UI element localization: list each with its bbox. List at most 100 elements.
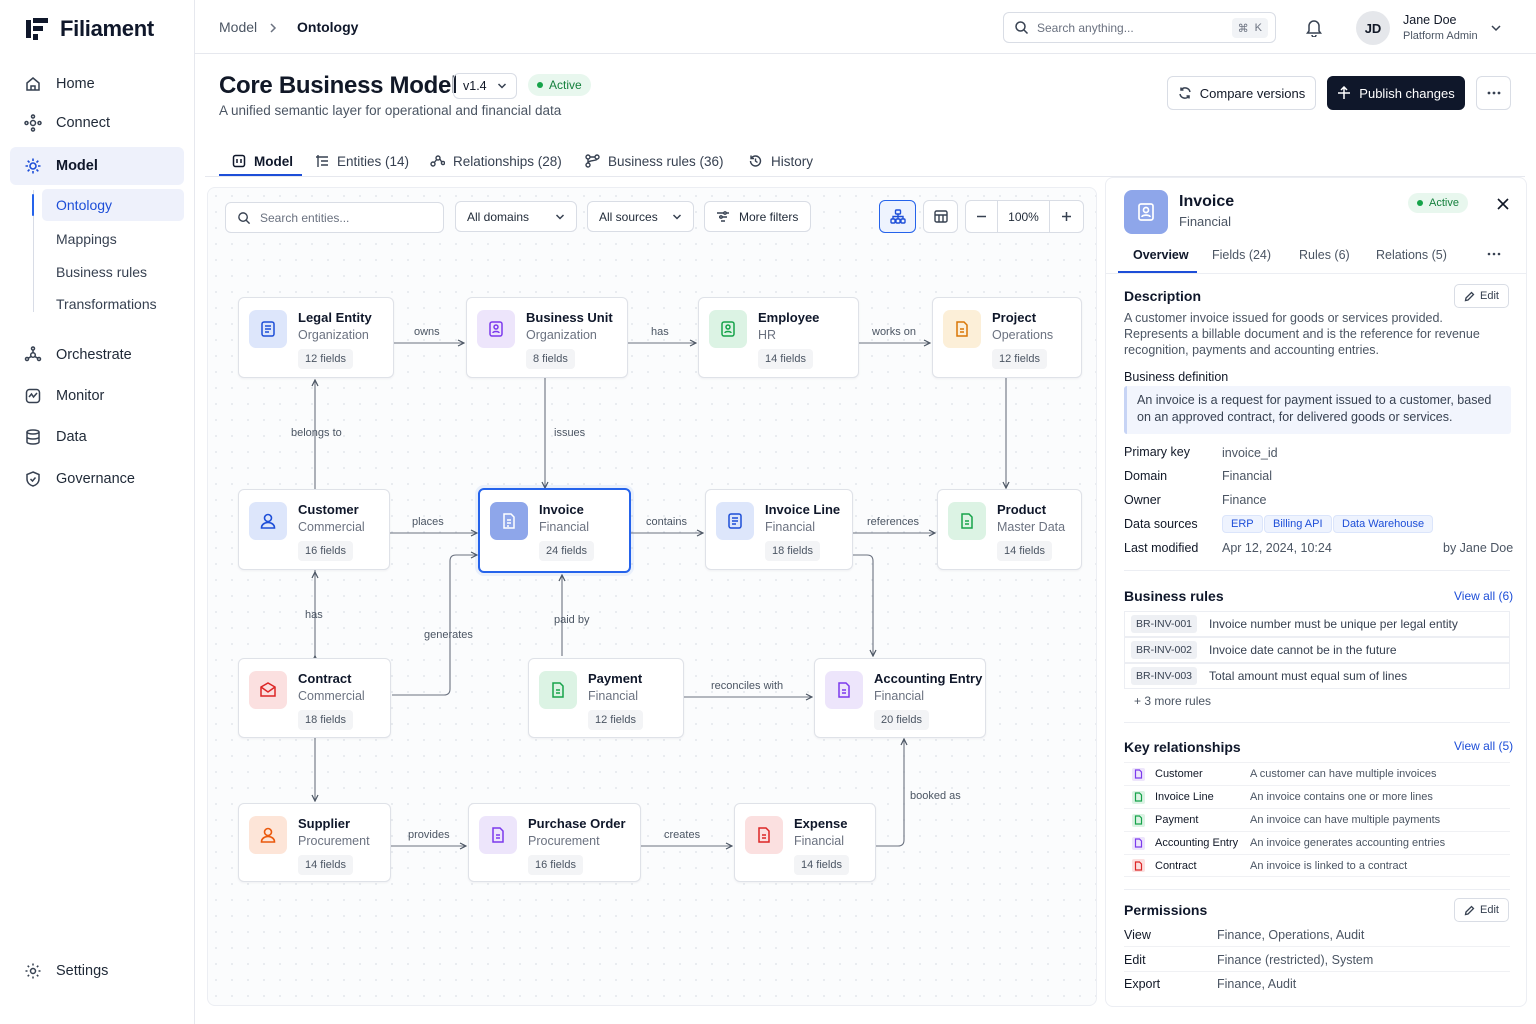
entity-domain: HR [758, 328, 777, 342]
breadcrumb-model[interactable]: Model [219, 19, 257, 35]
logo[interactable]: Filiament [24, 16, 154, 42]
entity-detail-panel: Invoice Financial Active Overview Fields… [1105, 177, 1527, 1007]
global-search-placeholder: Search anything... [1037, 20, 1134, 35]
rule-row[interactable]: BR-INV-002 Invoice date cannot be in the … [1124, 637, 1510, 663]
entity-node-customer[interactable]: Customer Commercial 16 fields [238, 489, 390, 570]
panel-tab-rules[interactable]: Rules (6) [1299, 248, 1350, 272]
entity-node-payment[interactable]: Payment Financial 12 fields [528, 658, 684, 738]
subnav-ontology[interactable]: Ontology [42, 189, 184, 221]
compare-versions-button[interactable]: Compare versions [1167, 76, 1316, 110]
nav-settings[interactable]: Settings [10, 952, 184, 990]
nav-home[interactable]: Home [10, 65, 184, 103]
entity-node-product[interactable]: Product Master Data 14 fields [937, 489, 1082, 570]
graph-view-button[interactable] [879, 200, 916, 233]
version-select[interactable]: v1.4 [453, 73, 517, 99]
subnav-transformations[interactable]: Transformations [42, 288, 184, 320]
status-badge: Active [528, 74, 591, 96]
rule-row[interactable]: BR-INV-003 Total amount must equal sum of… [1124, 663, 1510, 689]
subnav-mappings[interactable]: Mappings [42, 223, 184, 255]
entity-search-placeholder: Search entities... [260, 210, 350, 225]
zoom-in-button[interactable] [1049, 201, 1083, 232]
entity-node-invoice-line[interactable]: Invoice Line Financial 18 fields [705, 489, 853, 570]
avatar[interactable]: JD [1356, 11, 1390, 45]
close-icon[interactable] [1497, 198, 1509, 210]
entity-node-accounting-entry[interactable]: Accounting Entry Financial 20 fields [814, 658, 986, 738]
source-filter-select[interactable]: All sources [587, 201, 694, 232]
view-all-relationships-link[interactable]: View all (5) [1454, 739, 1513, 753]
relationship-desc: An invoice can have multiple payments [1250, 814, 1441, 826]
nav-data[interactable]: Data [10, 418, 184, 456]
zoom-out-button[interactable] [966, 201, 998, 232]
entity-node-business-unit[interactable]: Business Unit Organization 8 fields [466, 297, 628, 378]
domain-filter-value: All domains [467, 209, 530, 224]
entity-field-count: 18 fields [765, 541, 820, 561]
entity-name: Customer [298, 502, 359, 517]
nav-monitor[interactable]: Monitor [10, 377, 184, 415]
tab-entities[interactable]: Entities (14) [315, 145, 409, 177]
tab-business-rules[interactable]: Business rules (36) [585, 145, 724, 177]
entity-domain: Procurement [298, 834, 370, 848]
entity-node-legal-entity[interactable]: Legal Entity Organization 12 fields [238, 297, 394, 378]
edge-label-reconciles-with: reconciles with [711, 680, 784, 692]
entity-name: Employee [758, 310, 820, 325]
prop-value: Finance [1222, 493, 1267, 507]
relationship-desc: An invoice contains one or more lines [1250, 791, 1433, 803]
view-all-rules-link[interactable]: View all (6) [1454, 589, 1513, 603]
chevron-down-icon[interactable] [1490, 23, 1502, 33]
tab-model[interactable]: Model [232, 145, 293, 177]
nav-monitor-label: Monitor [56, 388, 105, 404]
more-options-button[interactable] [1476, 76, 1511, 110]
relationship-row[interactable]: Contract An invoice is linked to a contr… [1124, 854, 1510, 877]
relationship-row[interactable]: Invoice Line An invoice contains one or … [1124, 785, 1510, 808]
nav-orchestrate[interactable]: Orchestrate [10, 336, 184, 374]
relationships-icon [430, 155, 445, 167]
nav-settings-label: Settings [56, 963, 109, 979]
global-search-input[interactable]: Search anything... ⌘ K [1003, 12, 1276, 43]
entity-node-invoice[interactable]: Invoice Financial 24 fields [478, 488, 631, 573]
nav-model[interactable]: Model [10, 147, 184, 185]
relationship-row[interactable]: Payment An invoice can have multiple pay… [1124, 808, 1510, 831]
panel-tab-fields[interactable]: Fields (24) [1212, 248, 1271, 272]
relationship-row[interactable]: Customer A customer can have multiple in… [1124, 762, 1510, 785]
source-chip[interactable]: ERP [1222, 515, 1263, 533]
panel-tab-overview[interactable]: Overview [1133, 248, 1189, 272]
rule-row[interactable]: BR-INV-001 Invoice number must be unique … [1124, 611, 1510, 637]
table-icon [933, 210, 948, 223]
page-title: Core Business Model [219, 72, 458, 99]
source-chip[interactable]: Billing API [1264, 515, 1332, 533]
entity-node-contract[interactable]: Contract Commercial 18 fields [238, 658, 391, 738]
entity-node-employee[interactable]: Employee HR 14 fields [698, 297, 859, 378]
entity-node-supplier[interactable]: Supplier Procurement 14 fields [238, 803, 391, 882]
relationship-row[interactable]: Accounting Entry An invoice generates ac… [1124, 831, 1510, 854]
source-chip[interactable]: Data Warehouse [1333, 515, 1434, 533]
nav-data-label: Data [56, 429, 87, 445]
entity-node-purchase-order[interactable]: Purchase Order Procurement 16 fields [468, 803, 641, 882]
entity-field-count: 14 fields [997, 541, 1052, 561]
subnav-business-rules[interactable]: Business rules [42, 256, 184, 288]
edit-permissions-button[interactable]: Edit [1454, 898, 1509, 922]
table-view-button[interactable] [923, 200, 958, 233]
entity-name: Invoice Line [765, 502, 841, 517]
pencil-icon [1464, 905, 1475, 915]
domain-filter-select[interactable]: All domains [455, 201, 577, 232]
panel-tab-relations[interactable]: Relations (5) [1376, 248, 1447, 272]
entity-field-count: 8 fields [526, 349, 575, 369]
more-filters-button[interactable]: More filters [704, 201, 811, 232]
relationship-entity: Contract [1155, 859, 1197, 872]
publish-changes-button[interactable]: Publish changes [1327, 76, 1465, 110]
divider [1124, 570, 1510, 571]
more-rules-link[interactable]: + 3 more rules [1134, 694, 1211, 708]
nav-governance[interactable]: Governance [10, 460, 184, 498]
document-icon [1132, 836, 1145, 850]
tab-history[interactable]: History [748, 145, 813, 177]
bell-icon[interactable] [1305, 18, 1323, 37]
nav-connect[interactable]: Connect [10, 104, 184, 142]
entity-search-input[interactable]: Search entities... [225, 202, 444, 233]
more-horizontal-icon[interactable] [1487, 252, 1501, 256]
entity-node-project[interactable]: Project Operations 12 fields [932, 297, 1082, 378]
entity-domain: Master Data [997, 520, 1066, 534]
entity-node-expense[interactable]: Expense Financial 14 fields [734, 803, 876, 882]
search-icon [238, 211, 251, 224]
tab-relationships[interactable]: Relationships (28) [430, 145, 562, 177]
edit-description-button[interactable]: Edit [1454, 284, 1509, 308]
